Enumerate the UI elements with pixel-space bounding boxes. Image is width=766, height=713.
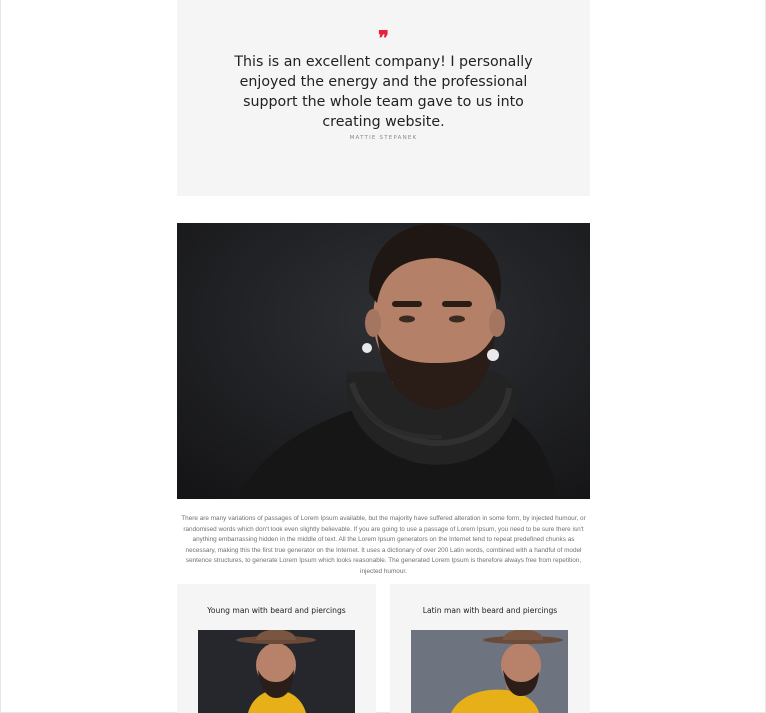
- card-image[interactable]: [198, 630, 355, 713]
- card-title: Latin man with beard and piercings: [422, 606, 558, 615]
- gallery-card-latin-man[interactable]: Latin man with beard and piercings: [390, 584, 590, 713]
- body-paragraph: There are many variations of passages of…: [181, 515, 586, 575]
- quote-icon: ❞: [378, 26, 389, 50]
- card-title: Young man with beard and piercings: [207, 606, 346, 615]
- testimonial-quote: This is an excellent company! I personal…: [234, 54, 533, 130]
- testimonial-author: MATTIE STEPANEK: [349, 135, 418, 141]
- card-image[interactable]: [411, 630, 568, 713]
- frame-border-left: [0, 0, 1, 713]
- testimonial-card: ❞ This is an excellent company! I person…: [177, 0, 590, 196]
- gallery-card-young-man[interactable]: Young man with beard and piercings: [177, 584, 376, 713]
- hero-image: [177, 223, 590, 499]
